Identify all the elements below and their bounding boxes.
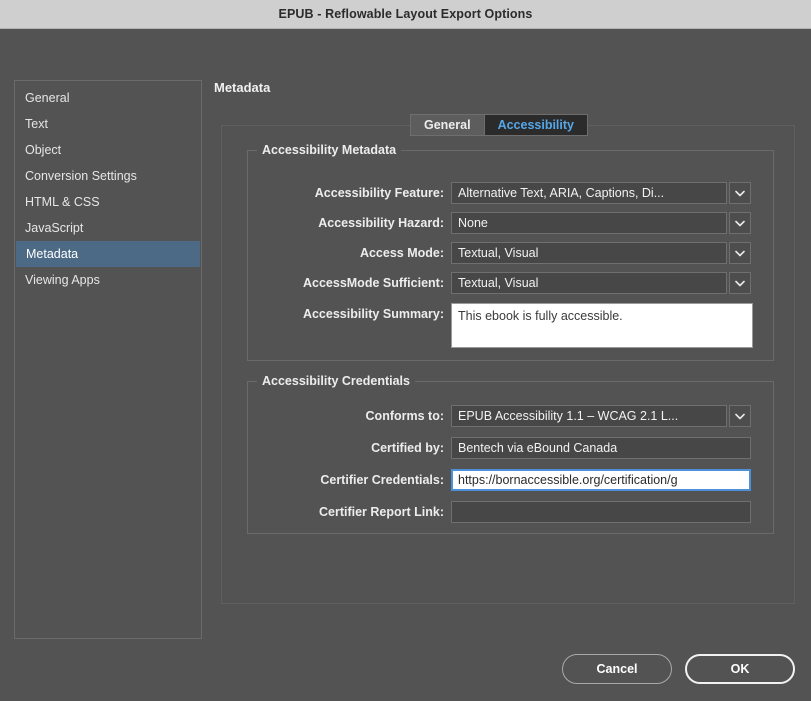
chevron-down-icon[interactable] (729, 405, 751, 427)
conforms-to-select[interactable]: EPUB Accessibility 1.1 – WCAG 2.1 L... (451, 405, 751, 427)
sidebar-item-label: Viewing Apps (25, 273, 100, 287)
row-certified-by: Certified by: Bentech via eBound Canada (266, 437, 751, 459)
chevron-down-icon[interactable] (729, 272, 751, 294)
sidebar-nav: General Text Object Conversion Settings … (14, 80, 202, 639)
sidebar-item-conversion-settings[interactable]: Conversion Settings (15, 163, 201, 189)
label-accessmode-sufficient: AccessMode Sufficient: (266, 272, 451, 294)
accessibility-feature-value: Alternative Text, ARIA, Captions, Di... (451, 182, 727, 204)
certifier-credentials-input[interactable]: https://bornaccessible.org/certification… (451, 469, 751, 491)
certified-by-input[interactable]: Bentech via eBound Canada (451, 437, 751, 459)
dialog-footer: Cancel OK (562, 654, 795, 684)
label-certified-by: Certified by: (266, 437, 451, 459)
window-titlebar: EPUB - Reflowable Layout Export Options (0, 0, 811, 29)
tab-general[interactable]: General (410, 114, 484, 136)
ok-button-label: OK (731, 662, 750, 676)
row-accessibility-summary: Accessibility Summary: This ebook is ful… (266, 303, 753, 348)
sidebar-item-metadata[interactable]: Metadata (16, 241, 200, 267)
accessibility-hazard-select[interactable]: None (451, 212, 751, 234)
label-accessibility-summary: Accessibility Summary: (266, 303, 451, 325)
sidebar-item-viewing-apps[interactable]: Viewing Apps (15, 267, 201, 293)
tab-bar: General Accessibility (410, 114, 588, 136)
cancel-button[interactable]: Cancel (562, 654, 672, 684)
sidebar-item-label: Metadata (26, 247, 78, 261)
sidebar-item-label: Text (25, 117, 48, 131)
label-accessibility-hazard: Accessibility Hazard: (266, 212, 451, 234)
sidebar-item-javascript[interactable]: JavaScript (15, 215, 201, 241)
accessibility-hazard-value: None (451, 212, 727, 234)
tab-label: General (424, 118, 471, 132)
sidebar-item-label: JavaScript (25, 221, 83, 235)
label-access-mode: Access Mode: (266, 242, 451, 264)
row-accessibility-hazard: Accessibility Hazard: None (266, 212, 751, 234)
access-mode-value: Textual, Visual (451, 242, 727, 264)
accessibility-feature-select[interactable]: Alternative Text, ARIA, Captions, Di... (451, 182, 751, 204)
label-accessibility-feature: Accessibility Feature: (266, 182, 451, 204)
group-label-accessibility-metadata: Accessibility Metadata (257, 143, 401, 157)
sidebar-item-label: HTML & CSS (25, 195, 100, 209)
tab-label: Accessibility (498, 118, 574, 132)
chevron-down-icon[interactable] (729, 212, 751, 234)
chevron-down-icon[interactable] (729, 242, 751, 264)
row-accessibility-feature: Accessibility Feature: Alternative Text,… (266, 182, 751, 204)
access-mode-select[interactable]: Textual, Visual (451, 242, 751, 264)
label-certifier-report-link: Certifier Report Link: (266, 501, 451, 523)
conforms-to-value: EPUB Accessibility 1.1 – WCAG 2.1 L... (451, 405, 727, 427)
sidebar-item-object[interactable]: Object (15, 137, 201, 163)
window-title: EPUB - Reflowable Layout Export Options (279, 7, 533, 21)
page-title: Metadata (214, 80, 270, 95)
group-label-accessibility-credentials: Accessibility Credentials (257, 374, 415, 388)
cancel-button-label: Cancel (597, 662, 638, 676)
accessmode-sufficient-value: Textual, Visual (451, 272, 727, 294)
dialog-body: General Text Object Conversion Settings … (0, 29, 811, 701)
sidebar-item-general[interactable]: General (15, 85, 201, 111)
row-access-mode: Access Mode: Textual, Visual (266, 242, 751, 264)
ok-button[interactable]: OK (685, 654, 795, 684)
accessibility-summary-textarea[interactable]: This ebook is fully accessible. (451, 303, 753, 348)
sidebar-item-text[interactable]: Text (15, 111, 201, 137)
sidebar-item-label: Object (25, 143, 61, 157)
row-certifier-report-link: Certifier Report Link: (266, 501, 751, 523)
sidebar-item-label: General (25, 91, 69, 105)
row-conforms-to: Conforms to: EPUB Accessibility 1.1 – WC… (266, 405, 751, 427)
chevron-down-icon[interactable] (729, 182, 751, 204)
label-certifier-credentials: Certifier Credentials: (266, 469, 451, 491)
accessmode-sufficient-select[interactable]: Textual, Visual (451, 272, 751, 294)
row-accessmode-sufficient: AccessMode Sufficient: Textual, Visual (266, 272, 751, 294)
tab-accessibility[interactable]: Accessibility (484, 114, 588, 136)
sidebar-item-label: Conversion Settings (25, 169, 137, 183)
sidebar-item-html-css[interactable]: HTML & CSS (15, 189, 201, 215)
label-conforms-to: Conforms to: (266, 405, 451, 427)
row-certifier-credentials: Certifier Credentials: https://bornacces… (266, 469, 751, 491)
certifier-report-link-input[interactable] (451, 501, 751, 523)
